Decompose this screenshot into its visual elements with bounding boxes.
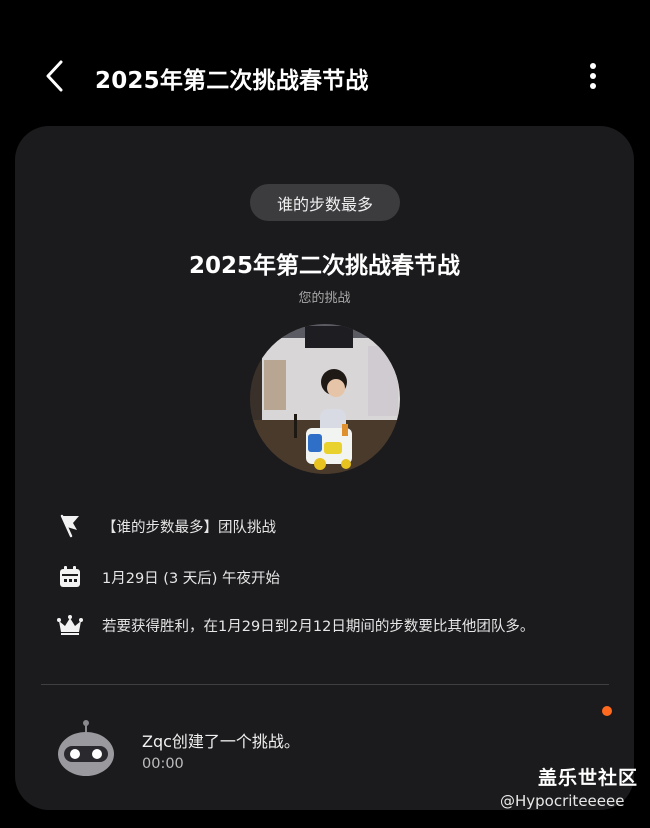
detail-row-start: 1月29日 (3 天后) 午夜开始 <box>55 562 280 592</box>
detail-text: 若要获得胜利，在1月29日到2月12日期间的步数要比其他团队多。 <box>102 618 535 635</box>
activity-time: 00:00 <box>142 756 184 772</box>
robot-avatar-icon[interactable] <box>55 720 117 782</box>
unread-dot <box>602 706 612 716</box>
back-button[interactable] <box>36 56 76 96</box>
crown-icon <box>55 610 85 640</box>
more-options-button[interactable] <box>578 58 608 94</box>
challenge-card: 谁的步数最多 2025年第二次挑战春节战 您的挑战 【谁的步数最多】团队挑战 1… <box>15 126 634 810</box>
detail-row-rule: 若要获得胜利，在1月29日到2月12日期间的步数要比其他团队多。 <box>55 610 534 640</box>
divider <box>41 684 609 685</box>
detail-row-type: 【谁的步数最多】团队挑战 <box>55 511 276 541</box>
flag-icon <box>55 511 85 541</box>
challenge-type-chip: 谁的步数最多 <box>250 184 400 221</box>
page-title: 2025年第二次挑战春节战 <box>95 68 369 94</box>
detail-text: 1月29日 (3 天后) 午夜开始 <box>102 570 281 587</box>
watermark-handle: @Hypocriteeeee <box>500 792 625 810</box>
top-bar: 2025年第二次挑战春节战 <box>0 0 650 120</box>
challenge-subtitle: 您的挑战 <box>298 291 351 306</box>
calendar-icon <box>55 562 85 592</box>
challenge-photo <box>250 324 400 474</box>
more-vertical-icon <box>590 63 596 89</box>
detail-text: 【谁的步数最多】团队挑战 <box>102 519 276 536</box>
challenge-title: 2025年第二次挑战春节战 <box>188 253 460 279</box>
activity-message: Zqc创建了一个挑战。 <box>142 732 300 751</box>
watermark-title: 盖乐世社区 <box>538 767 639 789</box>
chevron-left-icon <box>46 60 63 92</box>
